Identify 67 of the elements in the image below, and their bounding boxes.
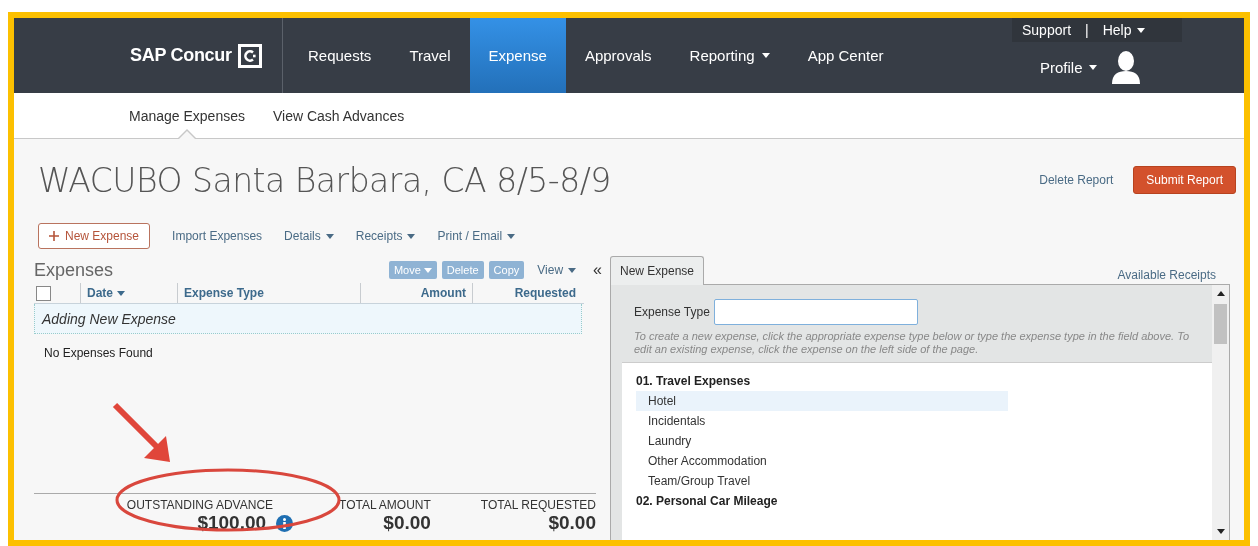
toolbar-link[interactable]: Details	[284, 229, 334, 243]
caret-icon	[761, 53, 770, 58]
separator-text: |	[1085, 22, 1089, 38]
logo-icon	[237, 43, 262, 68]
nav-tab[interactable]: Reporting	[670, 18, 789, 93]
section-title: Expenses	[34, 259, 114, 281]
total-label: TOTAL AMOUNT	[339, 498, 431, 512]
field-label: Expense Type	[634, 305, 710, 319]
column-header[interactable]: Requested	[472, 283, 582, 303]
caret-icon	[1088, 64, 1097, 70]
support-link[interactable]: Support	[1022, 22, 1072, 38]
sub-tab[interactable]: View Cash Advances	[272, 93, 405, 138]
info-icon	[276, 514, 294, 532]
group-title: 01. Travel Expenses	[636, 373, 752, 390]
scroll-down-icon	[1216, 529, 1225, 534]
total-value: $0.00	[383, 512, 431, 534]
logo-text: SAP Concur	[130, 45, 232, 66]
annotation-arrow	[112, 402, 172, 464]
column-header[interactable]: Amount	[360, 283, 472, 303]
caret-icon	[423, 267, 432, 273]
profile-menu[interactable]: Profile	[1040, 58, 1097, 76]
panel-tab[interactable]: New Expense	[610, 256, 705, 285]
avatar-icon	[1110, 50, 1141, 84]
sub-tab[interactable]: Manage Expenses	[129, 93, 245, 138]
toolbar-link[interactable]: Import Expenses	[172, 229, 263, 243]
scroll-thumb[interactable]	[1214, 304, 1227, 344]
nav-tab[interactable]: Approvals	[565, 18, 671, 93]
view-menu[interactable]: View	[537, 263, 577, 277]
submit-report-button[interactable]: Submit Report	[1133, 166, 1236, 194]
scrollbar[interactable]	[1212, 285, 1229, 540]
caret-icon	[507, 233, 516, 239]
total-label: OUTSTANDING ADVANCE	[126, 498, 274, 512]
empty-message: No Expenses Found	[43, 345, 154, 360]
total-label: TOTAL REQUESTED	[480, 498, 596, 512]
nav-tab[interactable]: Requests	[289, 18, 391, 93]
nav-tab[interactable]: Expense	[469, 18, 566, 93]
report-title: WACUBO Santa Barbara, CA 8/5-8/9	[38, 160, 611, 200]
total-value: $0.00	[548, 512, 596, 534]
collapse-button[interactable]: «	[593, 261, 602, 279]
nav-tab[interactable]: App Center	[788, 18, 903, 93]
group-title: 02. Personal Car Mileage	[636, 493, 779, 510]
expense-type-item[interactable]: Laundry	[636, 431, 1008, 451]
expense-type-item[interactable]: Incidentals	[636, 411, 1008, 431]
caret-icon	[1137, 27, 1146, 33]
adding-expense-row[interactable]: Adding New Expense	[34, 304, 582, 334]
total-value: $100.00	[197, 512, 267, 534]
caret-icon	[325, 233, 334, 239]
plus-icon	[49, 231, 59, 241]
caret-icon	[407, 233, 416, 239]
available-receipts-link[interactable]: Available Receipts	[1117, 268, 1216, 282]
caret-icon	[568, 267, 577, 273]
delete-report-link[interactable]: Delete Report	[1039, 173, 1114, 187]
select-all-checkbox[interactable]	[36, 285, 51, 301]
help-menu[interactable]: Help	[1102, 22, 1146, 38]
new-expense-button[interactable]: New Expense	[38, 223, 151, 249]
expense-type-item[interactable]: Hotel	[636, 391, 1008, 411]
nav-tab[interactable]: Travel	[390, 18, 470, 93]
column-header[interactable]: Expense Type	[177, 283, 360, 303]
expense-type-item[interactable]: Team/Group Travel	[636, 471, 1008, 491]
caret-icon	[117, 290, 125, 296]
hint-text: To create a new expense, click the appropriate expense type below or type the expense type in the field above. To edit an existing expense, click the expense on the left side of the page.	[633, 329, 1191, 357]
toolbar-link[interactable]: Receipts	[355, 229, 416, 243]
scroll-up-icon	[1216, 291, 1225, 296]
toolbar-link[interactable]: Print / Email	[437, 229, 516, 243]
column-header[interactable]: Date	[80, 283, 177, 303]
expense-type-item[interactable]: Other Accommodation	[636, 451, 1008, 471]
expense-type-field[interactable]	[713, 299, 918, 325]
